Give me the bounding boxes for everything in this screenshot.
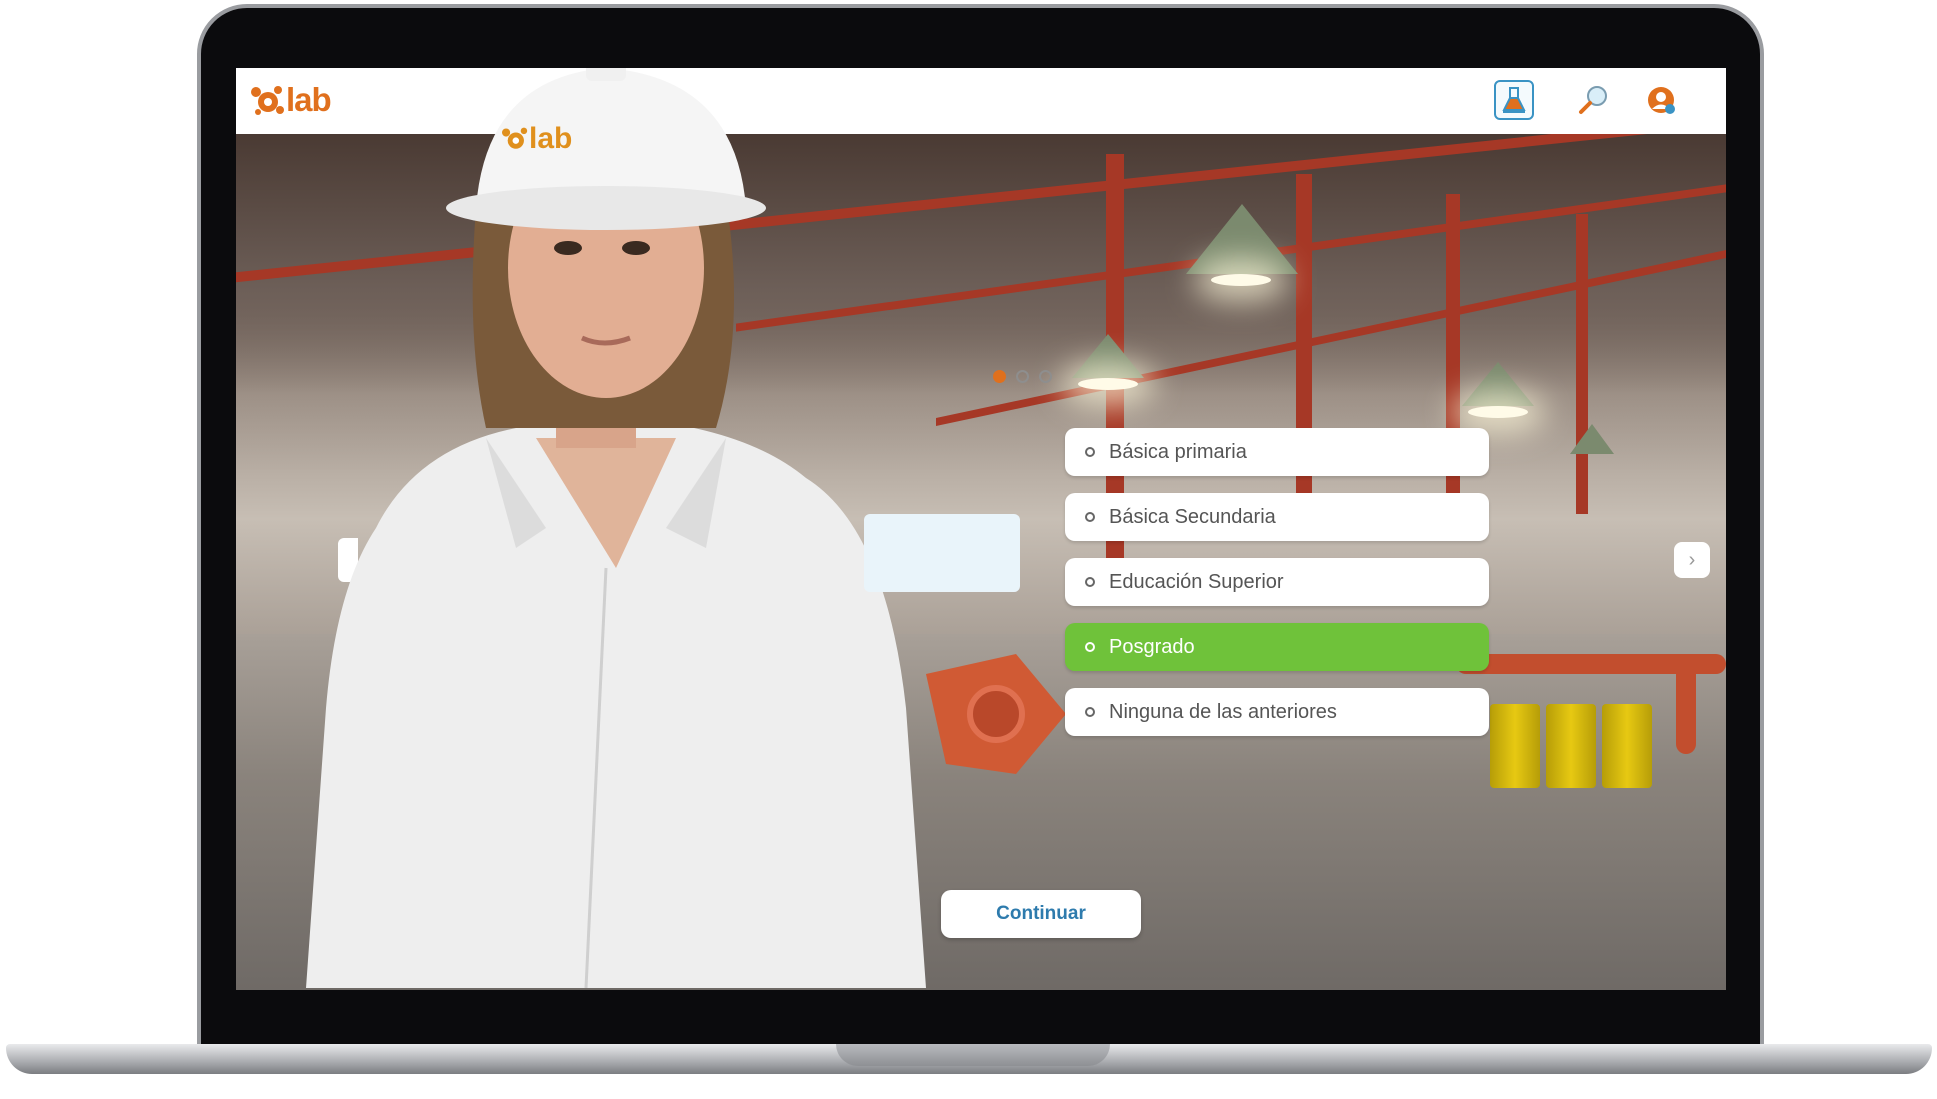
pagination-dot-2[interactable] [1016,370,1029,383]
answer-label: Posgrado [1109,635,1195,658]
slide-pagination [993,370,1052,383]
helmet-logo-mark-icon [502,127,528,149]
radio-icon [1085,577,1095,587]
lab-flask-icon [1502,87,1526,113]
answer-options: Básica primaria Básica Secundaria Educac… [1065,428,1489,753]
chevron-right-icon: › [1688,548,1696,571]
column [1576,214,1588,514]
hanging-lamp [1570,424,1614,454]
radio-icon [1085,707,1095,717]
user-settings-icon [1648,87,1675,114]
app-screen: lab lab Básica primaria Básica Secundari… [236,68,1726,990]
helmet-logo-text: lab [529,122,573,155]
hanging-lamp [1186,204,1298,274]
answer-option[interactable]: Ninguna de las anteriores [1065,688,1489,736]
pagination-dot-3[interactable] [1039,370,1052,383]
radio-icon [1085,447,1095,457]
lamp-light [1211,274,1271,286]
radio-icon [1085,642,1095,652]
lab-button[interactable] [1494,80,1534,120]
user-button[interactable] [1641,80,1681,120]
laptop-notch [836,1044,1110,1066]
answer-option[interactable]: Básica primaria [1065,428,1489,476]
answer-label: Básica primaria [1109,440,1247,463]
hanging-lamp [1072,334,1144,378]
barrel [1490,704,1540,788]
hanging-lamp [1462,362,1534,406]
helmet-logo: lab [501,122,572,156]
answer-option-selected[interactable]: Posgrado [1065,623,1489,671]
question-panel [864,514,1020,592]
radio-icon [1085,512,1095,522]
answer-label: Educación Superior [1109,570,1284,593]
barrel [1546,704,1596,788]
pagination-dot-1[interactable] [993,370,1006,383]
logo-mark-icon [251,86,284,115]
answer-label: Ninguna de las anteriores [1109,700,1337,723]
answer-option[interactable]: Educación Superior [1065,558,1489,606]
search-button[interactable] [1574,80,1614,120]
answer-option[interactable]: Básica Secundaria [1065,493,1489,541]
barrel [1602,704,1652,788]
answer-label: Básica Secundaria [1109,505,1276,528]
lamp-light [1078,378,1138,390]
continue-button[interactable]: Continuar [941,890,1141,938]
lamp-light [1468,406,1528,418]
pipe [1676,654,1696,754]
continue-label: Continuar [996,903,1086,924]
search-icon [1579,86,1607,114]
next-slide-button[interactable]: › [1674,542,1710,578]
